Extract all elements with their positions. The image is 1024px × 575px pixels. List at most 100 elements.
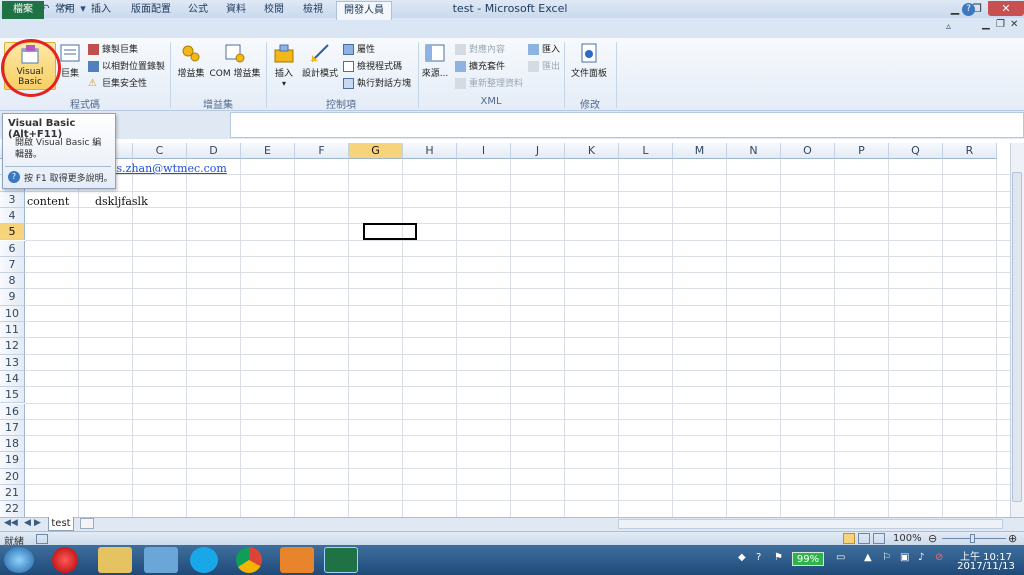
cell-b1[interactable]: es.zhan@wtmec.com: [110, 162, 227, 175]
help-icon[interactable]: ?: [962, 3, 975, 16]
page-break-view-icon[interactable]: [873, 533, 885, 544]
xml-source-button[interactable]: 來源...: [421, 42, 449, 82]
document-panel-button[interactable]: 文件面板: [568, 42, 610, 82]
column-header-o[interactable]: O: [781, 143, 835, 159]
row-header-6[interactable]: 6: [0, 240, 25, 257]
tab-view[interactable]: 檢視: [298, 1, 328, 19]
row-header-16[interactable]: 16: [0, 403, 25, 420]
tab-review[interactable]: 校閱: [259, 1, 289, 19]
column-header-c[interactable]: C: [133, 143, 187, 159]
network-icon[interactable]: ◆: [738, 552, 746, 563]
display-icon[interactable]: ▣: [900, 552, 909, 563]
battery-indicator[interactable]: 99%: [792, 552, 824, 566]
page-layout-view-icon[interactable]: [858, 533, 870, 544]
macro-security-button[interactable]: ⚠ 巨集安全性: [88, 77, 147, 91]
insert-control-button[interactable]: 插入 ▾: [270, 42, 298, 90]
map-properties-button[interactable]: 對應內容: [455, 43, 505, 57]
row-header-21[interactable]: 21: [0, 485, 25, 502]
xml-export-button[interactable]: 匯出: [528, 60, 560, 74]
row-header-5[interactable]: 5: [0, 224, 25, 241]
action-center-icon[interactable]: ⚐: [882, 552, 891, 563]
tab-data[interactable]: 資料: [221, 1, 251, 19]
clock-date[interactable]: 2017/11/13: [952, 561, 1020, 572]
vertical-scroll-thumb[interactable]: [1012, 172, 1022, 502]
column-header-i[interactable]: I: [457, 143, 511, 159]
workbook-restore-icon[interactable]: ❐: [996, 19, 1005, 30]
cell-a3[interactable]: content: [27, 195, 69, 208]
row-header-17[interactable]: 17: [0, 419, 25, 437]
column-header-m[interactable]: M: [673, 143, 727, 159]
next-sheet-icon[interactable]: ▶: [34, 518, 41, 528]
muted-icon[interactable]: ⊘: [935, 552, 943, 563]
tab-insert[interactable]: 插入: [86, 1, 116, 19]
horizontal-scrollbar[interactable]: [618, 519, 1003, 529]
first-sheet-icon[interactable]: ◀◀: [4, 518, 18, 528]
row-header-11[interactable]: 11: [0, 322, 25, 339]
help-tray-icon[interactable]: ?: [756, 552, 761, 563]
column-header-h[interactable]: H: [403, 143, 457, 159]
row-header-3[interactable]: 3: [0, 191, 25, 208]
row-header-20[interactable]: 20: [0, 468, 25, 485]
excel-taskbar-icon[interactable]: [324, 547, 358, 573]
refresh-data-button[interactable]: 重新整理資料: [455, 77, 523, 91]
sheet-tab-test[interactable]: test: [48, 517, 74, 531]
column-header-q[interactable]: Q: [889, 143, 943, 159]
macro-record-icon[interactable]: [36, 534, 48, 544]
outlook-icon[interactable]: [280, 547, 314, 573]
volume-icon[interactable]: ♪: [918, 552, 924, 563]
row-header-12[interactable]: 12: [0, 338, 25, 355]
tab-home[interactable]: 常用: [50, 1, 80, 19]
xml-import-button[interactable]: 匯入: [528, 43, 560, 57]
record-macro-button[interactable]: 錄製巨集: [88, 43, 138, 57]
column-header-f[interactable]: F: [295, 143, 349, 159]
column-header-k[interactable]: K: [565, 143, 619, 159]
row-header-14[interactable]: 14: [0, 370, 25, 388]
row-header-15[interactable]: 15: [0, 387, 25, 404]
row-header-7[interactable]: 7: [0, 256, 25, 274]
tab-file[interactable]: 檔案: [2, 1, 44, 19]
column-header-d[interactable]: D: [187, 143, 241, 159]
cell-b3[interactable]: dskljfaslk: [95, 195, 148, 208]
column-header-r[interactable]: R: [943, 143, 997, 159]
workbook-close-icon[interactable]: ✕: [1010, 19, 1018, 30]
macros-button[interactable]: 巨集: [58, 42, 82, 90]
file-explorer-icon[interactable]: [98, 547, 132, 573]
column-header-e[interactable]: E: [241, 143, 295, 159]
show-hidden-icon[interactable]: ▲: [864, 552, 872, 563]
tab-formulas[interactable]: 公式: [183, 1, 213, 19]
close-button[interactable]: ✕: [988, 1, 1024, 16]
column-header-l[interactable]: L: [619, 143, 673, 159]
row-header-8[interactable]: 8: [0, 273, 25, 290]
com-addins-button[interactable]: COM 增益集: [207, 42, 263, 82]
selected-cell-g5[interactable]: [363, 223, 417, 240]
row-header-13[interactable]: 13: [0, 354, 25, 371]
insert-sheet-icon[interactable]: [80, 518, 94, 529]
battery-icon[interactable]: ▭: [836, 552, 845, 563]
worksheet-grid[interactable]: ABCDEFGHIJKLMNOPQR 123456789101112131415…: [0, 143, 1010, 517]
run-dialog-button[interactable]: 執行對話方塊: [343, 77, 411, 91]
minimize-ribbon-icon[interactable]: ▵: [946, 21, 951, 32]
skype-icon[interactable]: [190, 547, 218, 573]
start-button-icon[interactable]: [4, 547, 34, 573]
row-header-10[interactable]: 10: [0, 305, 25, 322]
zoom-slider-thumb[interactable]: [970, 534, 975, 543]
addins-button[interactable]: 增益集: [175, 42, 207, 82]
column-header-j[interactable]: J: [511, 143, 565, 159]
view-code-button[interactable]: 檢視程式碼: [343, 60, 402, 74]
design-mode-button[interactable]: 設計模式: [302, 42, 338, 82]
workbook-minimize-icon[interactable]: ▁: [982, 19, 990, 30]
notepad-icon[interactable]: [144, 547, 178, 573]
formula-input[interactable]: [230, 112, 1024, 138]
expansion-packs-button[interactable]: 擴充套件: [455, 60, 505, 74]
column-header-p[interactable]: P: [835, 143, 889, 159]
properties-button[interactable]: 屬性: [343, 43, 375, 57]
row-header-18[interactable]: 18: [0, 436, 25, 453]
row-header-19[interactable]: 19: [0, 452, 25, 469]
zoom-level[interactable]: 100%: [893, 533, 922, 544]
column-header-n[interactable]: N: [727, 143, 781, 159]
tab-page-layout[interactable]: 版面配置: [125, 1, 177, 19]
zoom-out-icon[interactable]: ⊖: [928, 532, 937, 545]
chrome-icon[interactable]: [236, 547, 262, 573]
prev-sheet-icon[interactable]: ◀: [24, 518, 31, 528]
normal-view-icon[interactable]: [843, 533, 855, 544]
